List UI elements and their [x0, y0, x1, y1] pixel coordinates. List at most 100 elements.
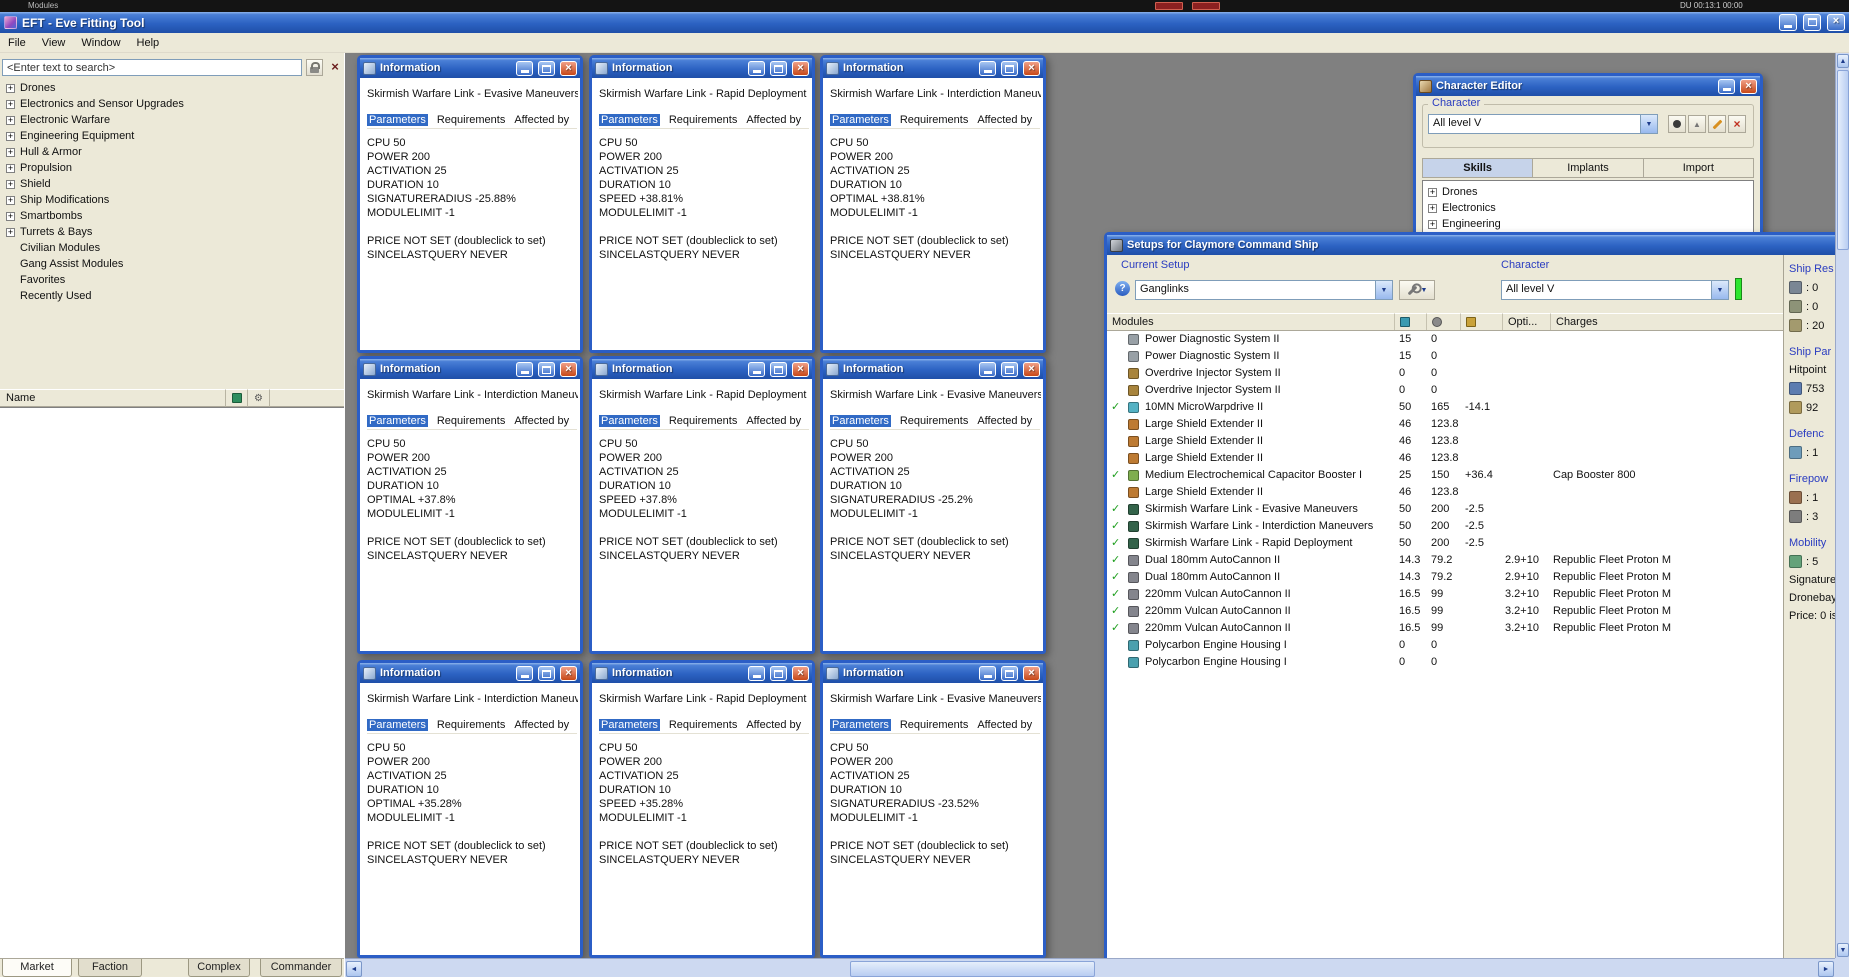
- module-row[interactable]: ✓ Power Diagnostic System II 15 0: [1107, 331, 1783, 348]
- cpu-column-header[interactable]: [1395, 313, 1427, 330]
- minimize-button[interactable]: [748, 361, 765, 377]
- window-titlebar[interactable]: Setups for Claymore Command Ship: [1107, 235, 1849, 255]
- window-titlebar[interactable]: Character Editor ×: [1416, 76, 1760, 96]
- update-character-button[interactable]: ▲: [1688, 115, 1706, 133]
- tree-item[interactable]: + Favorites: [6, 272, 342, 288]
- tree-item[interactable]: + Shield: [6, 176, 342, 192]
- tab-affected-by[interactable]: Affected by: [977, 415, 1032, 427]
- module-row[interactable]: ✓ Medium Electrochemical Capacitor Boost…: [1107, 467, 1783, 484]
- tree-item[interactable]: + Electronic Warfare: [6, 112, 342, 128]
- close-button[interactable]: ×: [1023, 665, 1040, 681]
- module-row[interactable]: ✓ Overdrive Injector System II 0 0: [1107, 365, 1783, 382]
- tree-item[interactable]: + Engineering: [1428, 216, 1753, 232]
- bottom-tab[interactable]: Commander: [260, 959, 342, 977]
- module-row[interactable]: ✓ 220mm Vulcan AutoCannon II 16.5 99 3.2…: [1107, 586, 1783, 603]
- expand-icon[interactable]: +: [6, 147, 15, 157]
- expand-icon[interactable]: +: [6, 115, 15, 125]
- horizontal-scrollbar[interactable]: ◄ ►: [345, 958, 1835, 977]
- module-row[interactable]: ✓ 220mm Vulcan AutoCannon II 16.5 99 3.2…: [1107, 603, 1783, 620]
- character-editor-tab[interactable]: Skills: [1422, 158, 1534, 178]
- module-row[interactable]: ✓ Overdrive Injector System II 0 0: [1107, 382, 1783, 399]
- tab-affected-by[interactable]: Affected by: [514, 114, 569, 126]
- window-titlebar[interactable]: Information ×: [592, 359, 812, 379]
- setup-tools-button[interactable]: ▼: [1399, 280, 1435, 300]
- capacitor-column-header[interactable]: [1461, 313, 1503, 330]
- tree-item[interactable]: + Electronics and Sensor Upgrades: [6, 96, 342, 112]
- delete-character-button[interactable]: ×: [1728, 115, 1746, 133]
- close-button[interactable]: ×: [1023, 361, 1040, 377]
- dropdown-button[interactable]: ▼: [1375, 281, 1392, 299]
- expand-icon[interactable]: +: [6, 211, 15, 221]
- minimize-button[interactable]: [748, 60, 765, 76]
- tab-parameters[interactable]: Parameters: [830, 415, 891, 427]
- tab-requirements[interactable]: Requirements: [669, 719, 737, 731]
- expand-icon[interactable]: +: [6, 163, 15, 173]
- tab-parameters[interactable]: Parameters: [367, 719, 428, 731]
- module-row[interactable]: ✓ Skirmish Warfare Link - Rapid Deployme…: [1107, 535, 1783, 552]
- minimize-button[interactable]: [748, 665, 765, 681]
- module-row[interactable]: ✓ Skirmish Warfare Link - Evasive Maneuv…: [1107, 501, 1783, 518]
- minimize-button[interactable]: [979, 665, 996, 681]
- module-row[interactable]: ✓ Large Shield Extender II 46 123.8: [1107, 433, 1783, 450]
- tech-column-header[interactable]: ⚙: [248, 389, 270, 407]
- menu-item[interactable]: File: [0, 34, 34, 52]
- setup-character-select[interactable]: All level V ▼: [1501, 280, 1729, 300]
- expand-icon[interactable]: +: [6, 99, 15, 109]
- new-character-button[interactable]: [1668, 115, 1686, 133]
- tab-parameters[interactable]: Parameters: [599, 114, 660, 126]
- tab-affected-by[interactable]: Affected by: [977, 719, 1032, 731]
- restore-button[interactable]: [1001, 60, 1018, 76]
- module-row[interactable]: ✓ Large Shield Extender II 46 123.8: [1107, 450, 1783, 467]
- help-icon[interactable]: ?: [1115, 281, 1130, 296]
- module-row[interactable]: ✓ Power Diagnostic System II 15 0: [1107, 348, 1783, 365]
- close-button[interactable]: ×: [792, 361, 809, 377]
- charges-column-header[interactable]: Charges: [1551, 313, 1783, 330]
- tree-item[interactable]: + Electronics: [1428, 200, 1753, 216]
- window-titlebar[interactable]: Information ×: [823, 359, 1043, 379]
- vertical-scrollbar[interactable]: ▲ ▼: [1835, 53, 1849, 958]
- tab-parameters[interactable]: Parameters: [599, 415, 660, 427]
- close-button[interactable]: ×: [792, 665, 809, 681]
- expand-icon[interactable]: +: [6, 195, 15, 205]
- tab-requirements[interactable]: Requirements: [900, 415, 968, 427]
- information-window[interactable]: Information × Skirmish Warfare Link - In…: [820, 55, 1046, 353]
- minimize-button[interactable]: [516, 361, 533, 377]
- tab-requirements[interactable]: Requirements: [437, 415, 505, 427]
- maximize-button[interactable]: [1803, 14, 1821, 31]
- main-titlebar[interactable]: EFT - Eve Fitting Tool ×: [0, 12, 1849, 33]
- close-button[interactable]: ×: [1740, 78, 1757, 94]
- menu-item[interactable]: Window: [73, 34, 128, 52]
- information-window[interactable]: Information × Skirmish Warfare Link - In…: [357, 660, 583, 958]
- restore-button[interactable]: [770, 361, 787, 377]
- information-window[interactable]: Information × Skirmish Warfare Link - Ev…: [820, 660, 1046, 958]
- window-titlebar[interactable]: Information ×: [360, 663, 580, 683]
- background-red-button[interactable]: [1155, 2, 1183, 10]
- module-row[interactable]: ✓ Dual 180mm AutoCannon II 14.3 79.2 2.9…: [1107, 569, 1783, 586]
- tab-parameters[interactable]: Parameters: [367, 114, 428, 126]
- bottom-tab[interactable]: Market: [2, 959, 72, 977]
- minimize-button[interactable]: [979, 361, 996, 377]
- restore-button[interactable]: [538, 665, 555, 681]
- bottom-tab[interactable]: Complex: [188, 959, 250, 977]
- minimize-button[interactable]: [516, 665, 533, 681]
- tab-affected-by[interactable]: Affected by: [746, 719, 801, 731]
- restore-button[interactable]: [538, 60, 555, 76]
- information-window[interactable]: Information × Skirmish Warfare Link - Ra…: [589, 356, 815, 654]
- expand-icon[interactable]: +: [6, 131, 15, 141]
- tree-item[interactable]: + Smartbombs: [6, 208, 342, 224]
- tab-requirements[interactable]: Requirements: [437, 114, 505, 126]
- tree-item[interactable]: + Gang Assist Modules: [6, 256, 342, 272]
- powergrid-column-header[interactable]: [1427, 313, 1461, 330]
- expand-icon[interactable]: +: [6, 227, 15, 237]
- tree-item[interactable]: + Engineering Equipment: [6, 128, 342, 144]
- window-titlebar[interactable]: Information ×: [360, 58, 580, 78]
- module-browser-list[interactable]: [0, 407, 344, 958]
- tab-parameters[interactable]: Parameters: [830, 114, 891, 126]
- tab-affected-by[interactable]: Affected by: [977, 114, 1032, 126]
- minimize-button[interactable]: [1718, 78, 1735, 94]
- tab-parameters[interactable]: Parameters: [599, 719, 660, 731]
- information-window[interactable]: Information × Skirmish Warfare Link - In…: [357, 356, 583, 654]
- character-editor-tab[interactable]: Implants: [1533, 158, 1644, 178]
- horizontal-scroll-thumb[interactable]: [850, 961, 1095, 977]
- clear-search-button[interactable]: ×: [327, 58, 343, 75]
